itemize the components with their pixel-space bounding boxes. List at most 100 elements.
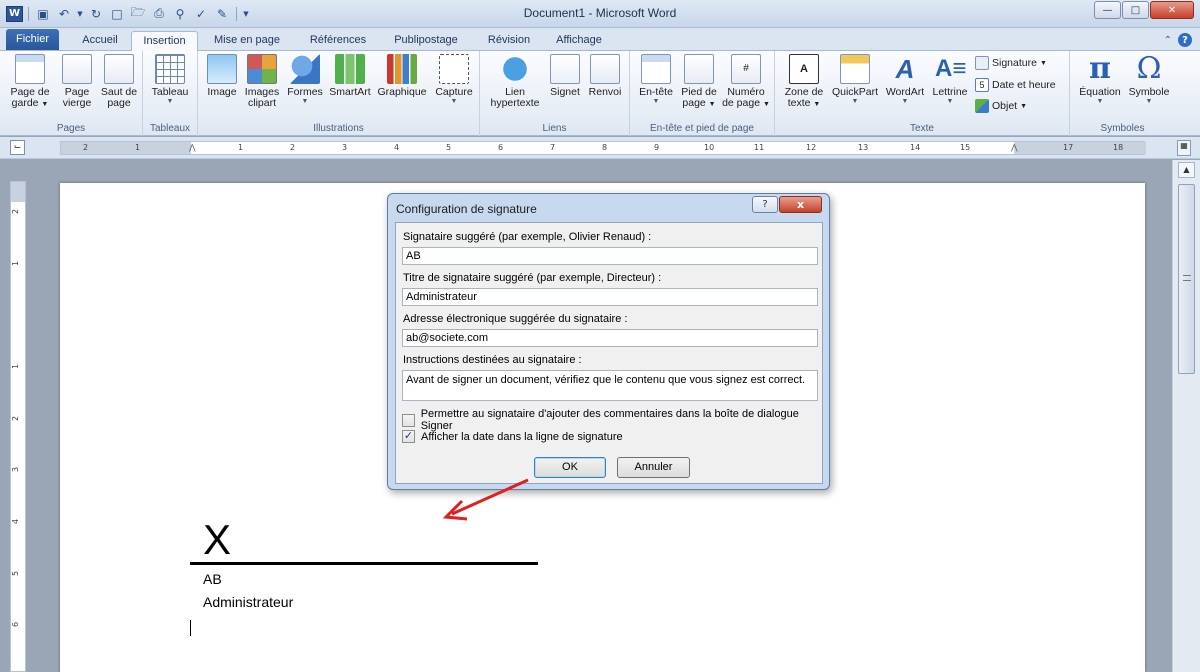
equation-button[interactable]: π Équation ▼ <box>1074 54 1126 106</box>
ruler-number: 12 <box>806 143 817 152</box>
signature-line-icon <box>975 56 989 70</box>
allow-comments-checkbox[interactable] <box>402 413 415 427</box>
allow-comments-label: Permettre au signataire d'ajouter des co… <box>420 408 799 432</box>
group-label-text: Texte <box>910 123 934 134</box>
smartart-button[interactable]: SmartArt <box>326 54 374 98</box>
page-number-icon: # <box>731 54 761 84</box>
header-button[interactable]: En-tête ▼ <box>635 54 677 106</box>
view-ruler-icon[interactable]: ▦ <box>1177 140 1191 156</box>
right-indent-marker-icon[interactable]: ⋀ <box>1011 142 1018 154</box>
scroll-up-icon[interactable]: ▲ <box>1178 162 1195 178</box>
tab-selector-icon[interactable]: ⌙ <box>10 140 25 155</box>
signer-label: Signataire suggéré (par exemple, Olivier… <box>403 231 652 243</box>
scroll-thumb[interactable] <box>1178 184 1195 374</box>
signer-input[interactable]: AB <box>402 247 818 265</box>
dialog-close-icon[interactable]: x <box>779 196 822 213</box>
signature-x-mark[interactable]: X <box>203 516 231 564</box>
wordart-button[interactable]: A WordArt ▼ <box>881 54 929 106</box>
hyperlink-button[interactable]: Lien hypertexte <box>486 54 544 109</box>
signature-line-button[interactable]: Signature ▼ <box>975 54 1047 72</box>
tab-references[interactable]: Références <box>300 31 376 51</box>
dropcap-icon: A≡ <box>935 55 967 82</box>
group-pages: Page de garde ▼ Page vierge Saut de page… <box>0 51 143 136</box>
vruler-number: 6 <box>11 621 21 628</box>
instructions-textarea[interactable]: Avant de signer un document, vérifiez qu… <box>402 370 818 401</box>
page-number-button[interactable]: # Numéro de page ▼ <box>721 54 771 110</box>
vruler-top-margin <box>11 182 25 202</box>
table-button[interactable]: Tableau ▼ <box>148 54 192 106</box>
clipart-button[interactable]: Images clipart <box>242 54 282 109</box>
dialog-title: Configuration de signature <box>396 202 537 216</box>
crossref-button[interactable]: Renvoi <box>584 54 626 98</box>
tab-revision[interactable]: Révision <box>478 31 540 51</box>
ruler-left-margin <box>61 142 191 154</box>
symbol-button[interactable]: Ω Symbole ▼ <box>1126 54 1172 106</box>
ok-button[interactable]: OK <box>534 457 606 478</box>
footer-button[interactable]: Pied de page ▼ <box>677 54 721 110</box>
group-label-links: Liens <box>542 123 567 134</box>
cancel-button[interactable]: Annuler <box>617 457 690 478</box>
ruler-number: 14 <box>910 143 921 152</box>
group-label-symbols: Symboles <box>1100 123 1145 134</box>
ruler-number: 18 <box>1113 143 1124 152</box>
dropcap-button[interactable]: A≡ Lettrine ▼ <box>929 54 971 106</box>
help-icon[interactable]: ? <box>1178 33 1192 47</box>
signature-setup-dialog: Configuration de signature ? x Signatair… <box>387 193 830 490</box>
date-time-button[interactable]: 5 Date et heure <box>975 76 1056 94</box>
tab-fichier[interactable]: Fichier <box>6 29 59 50</box>
tab-mise-en-page[interactable]: Mise en page <box>204 31 290 51</box>
image-button[interactable]: Image <box>204 54 240 98</box>
ribbon-right-controls: ⌃ ? <box>1164 33 1192 47</box>
tab-insertion[interactable]: Insertion <box>131 31 198 52</box>
close-icon[interactable]: ✕ <box>1150 1 1194 19</box>
left-indent-marker-icon[interactable]: ⋀ <box>189 142 196 154</box>
window-controls: — □ ✕ <box>1094 1 1194 19</box>
group-label-tables: Tableaux <box>149 123 191 134</box>
email-input[interactable]: ab@societe.com <box>402 329 818 347</box>
ruler-number: 17 <box>1063 143 1074 152</box>
object-button[interactable]: Objet ▼ <box>975 97 1027 115</box>
show-date-row[interactable]: ✓ Afficher la date dans la ligne de sign… <box>402 430 623 443</box>
page-break-button[interactable]: Saut de page <box>98 54 140 109</box>
capture-button[interactable]: Capture ▼ <box>432 54 476 106</box>
minimize-ribbon-icon[interactable]: ⌃ <box>1164 35 1172 46</box>
shapes-button[interactable]: Formes ▼ <box>284 54 326 106</box>
ruler-number: 11 <box>754 143 765 152</box>
vruler-number: 5 <box>11 570 21 577</box>
quickpart-icon <box>840 54 870 84</box>
shapes-icon <box>290 54 320 84</box>
tab-accueil[interactable]: Accueil <box>70 31 130 51</box>
group-links: Lien hypertexte Signet Renvoi Liens <box>480 51 630 136</box>
wordart-icon: A <box>895 54 915 84</box>
maximize-icon[interactable]: □ <box>1122 1 1149 19</box>
ruler-number: 6 <box>498 143 504 152</box>
quickpart-button[interactable]: QuickPart ▼ <box>829 54 881 106</box>
tab-publipostage[interactable]: Publipostage <box>384 31 468 51</box>
blank-page-icon <box>62 54 92 84</box>
vertical-scrollbar[interactable]: ▲ <box>1172 160 1200 672</box>
group-symbols: π Équation ▼ Ω Symbole ▼ Symboles <box>1070 51 1175 136</box>
show-date-checkbox[interactable]: ✓ <box>402 430 415 443</box>
minimize-icon[interactable]: — <box>1094 1 1121 19</box>
chart-button[interactable]: Graphique <box>374 54 430 98</box>
blank-page-button[interactable]: Page vierge <box>58 54 96 109</box>
hyperlink-globe-icon <box>500 54 530 84</box>
ruler-right-margin <box>1014 142 1146 154</box>
ruler-number: 1 <box>135 143 141 152</box>
signer-title-input[interactable]: Administrateur <box>402 288 818 306</box>
horizontal-ruler[interactable]: 2 1 ⋀ 1 2 3 4 5 6 7 8 9 10 11 12 13 14 1… <box>60 141 1146 155</box>
vruler-number: 1 <box>11 260 21 267</box>
tab-affichage[interactable]: Affichage <box>548 31 610 51</box>
dialog-title-buttons: ? x <box>752 196 822 213</box>
footer-icon <box>684 54 714 84</box>
cover-page-button[interactable]: Page de garde ▼ <box>8 54 52 110</box>
textbox-button[interactable]: A Zone de texte ▼ <box>781 54 827 110</box>
allow-comments-row[interactable]: Permettre au signataire d'ajouter des co… <box>402 408 822 432</box>
bookmark-icon <box>550 54 580 84</box>
vruler-number: 1 <box>11 363 21 370</box>
dialog-help-icon[interactable]: ? <box>752 196 778 213</box>
bookmark-button[interactable]: Signet <box>546 54 584 98</box>
vertical-ruler[interactable]: 2 1 1 2 3 4 5 6 <box>10 181 26 672</box>
clipart-icon <box>247 54 277 84</box>
signature-line[interactable] <box>190 562 538 565</box>
